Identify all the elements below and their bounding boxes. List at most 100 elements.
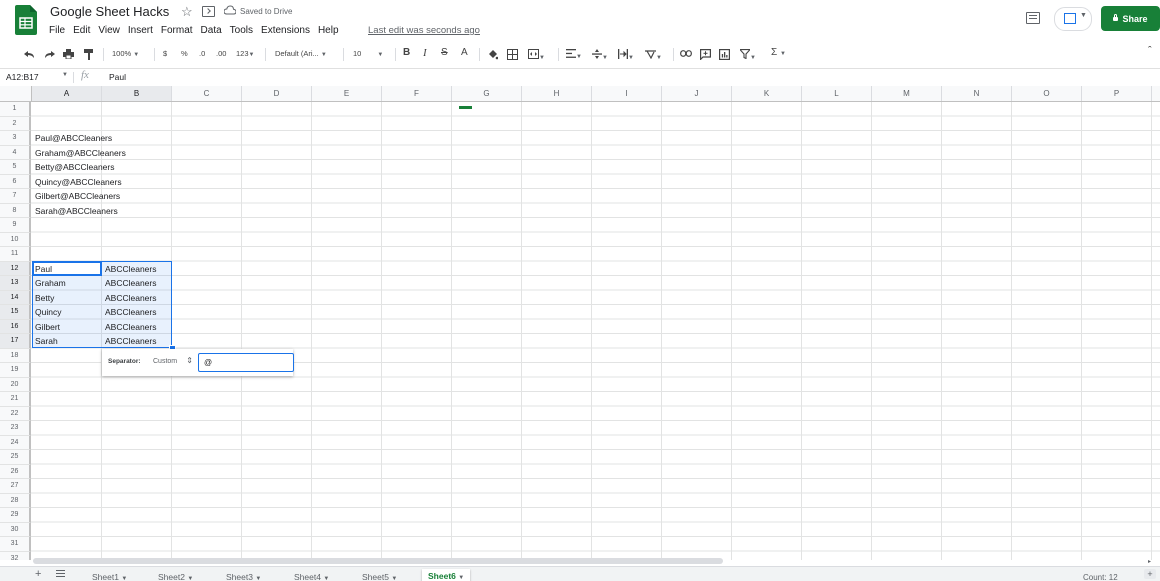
column-header-a[interactable]: A bbox=[32, 86, 102, 101]
cell-a3[interactable]: Paul@ABCCleaners bbox=[35, 131, 112, 145]
menu-help[interactable]: Help bbox=[318, 25, 339, 36]
cell-b16[interactable]: ABCCleaners bbox=[105, 320, 157, 334]
menu-data[interactable]: Data bbox=[201, 25, 222, 36]
row-header-10[interactable]: 10 bbox=[0, 232, 31, 247]
formula-input[interactable]: Paul bbox=[109, 72, 126, 82]
explore-icon[interactable]: + bbox=[1144, 569, 1156, 579]
cell-a15[interactable]: Quincy bbox=[35, 305, 61, 319]
sheets-logo-icon[interactable] bbox=[15, 5, 37, 35]
row-header-26[interactable]: 26 bbox=[0, 464, 31, 479]
cell-a5[interactable]: Betty@ABCCleaners bbox=[35, 160, 115, 174]
spreadsheet-grid[interactable]: ABCDEFGHIJKLMNOP 1 2 3 4 5 6 7 8 9 10 11 12 13 14 15 16… bbox=[0, 86, 1160, 560]
cloud-saved-icon[interactable] bbox=[224, 5, 236, 15]
menu-extensions[interactable]: Extensions bbox=[261, 25, 310, 36]
cell-b12[interactable]: ABCCleaners bbox=[105, 262, 157, 276]
row-header-7[interactable]: 7 bbox=[0, 189, 31, 204]
column-header-k[interactable]: K bbox=[732, 86, 802, 101]
paint-format-icon[interactable] bbox=[84, 49, 94, 60]
cell-a4[interactable]: Graham@ABCCleaners bbox=[35, 146, 126, 160]
row-header-29[interactable]: 29 bbox=[0, 508, 31, 523]
row-header-15[interactable]: 15 bbox=[0, 305, 31, 320]
column-header-d[interactable]: D bbox=[242, 86, 312, 101]
filter-button[interactable]: ▼ bbox=[738, 49, 756, 61]
font-family-select[interactable]: Default (Ari... ▼ bbox=[275, 49, 327, 58]
row-header-8[interactable]: 8 bbox=[0, 203, 31, 218]
custom-separator-input[interactable]: @ bbox=[198, 353, 294, 372]
italic-button[interactable]: I bbox=[423, 47, 427, 59]
column-header-p[interactable]: P bbox=[1082, 86, 1152, 101]
menu-edit[interactable]: Edit bbox=[73, 25, 90, 36]
row-header-13[interactable]: 13 bbox=[0, 276, 31, 291]
move-folder-icon[interactable] bbox=[202, 6, 215, 17]
row-header-19[interactable]: 19 bbox=[0, 363, 31, 378]
horizontal-align-button[interactable]: ▼ bbox=[566, 49, 582, 60]
cell-b17[interactable]: ABCCleaners bbox=[105, 334, 157, 348]
column-header-m[interactable]: M bbox=[872, 86, 942, 101]
borders-icon[interactable] bbox=[507, 49, 518, 60]
menu-file[interactable]: File bbox=[49, 25, 65, 36]
insert-comment-icon[interactable] bbox=[700, 49, 711, 60]
functions-button[interactable]: Σ ▼ bbox=[771, 47, 786, 58]
zoom-select[interactable]: 100% ▼ bbox=[112, 49, 139, 58]
row-header-23[interactable]: 23 bbox=[0, 421, 31, 436]
more-formats-button[interactable]: 123▼ bbox=[236, 49, 254, 58]
cell-a7[interactable]: Gilbert@ABCCleaners bbox=[35, 189, 120, 203]
currency-format-button[interactable]: $ bbox=[163, 49, 167, 58]
row-header-22[interactable]: 22 bbox=[0, 406, 31, 421]
row-header-18[interactable]: 18 bbox=[0, 348, 31, 363]
cell-a16[interactable]: Gilbert bbox=[35, 320, 60, 334]
column-header-f[interactable]: F bbox=[382, 86, 452, 101]
row-header-21[interactable]: 21 bbox=[0, 392, 31, 407]
chevron-down-icon[interactable]: ▼ bbox=[62, 72, 68, 78]
row-header-31[interactable]: 31 bbox=[0, 537, 31, 552]
row-header-20[interactable]: 20 bbox=[0, 377, 31, 392]
row-header-24[interactable]: 24 bbox=[0, 435, 31, 450]
row-header-2[interactable]: 2 bbox=[0, 116, 31, 131]
bold-button[interactable]: B bbox=[403, 47, 410, 58]
column-header-h[interactable]: H bbox=[522, 86, 592, 101]
column-header-e[interactable]: E bbox=[312, 86, 382, 101]
column-header-n[interactable]: N bbox=[942, 86, 1012, 101]
row-header-3[interactable]: 3 bbox=[0, 131, 31, 146]
row-header-11[interactable]: 11 bbox=[0, 247, 31, 262]
decrease-decimal-button[interactable]: .0 bbox=[199, 49, 205, 58]
column-header-i[interactable]: I bbox=[592, 86, 662, 101]
row-header-9[interactable]: 9 bbox=[0, 218, 31, 233]
name-box[interactable]: A12:B17 bbox=[6, 72, 39, 82]
row-header-12[interactable]: 12 bbox=[0, 261, 31, 276]
redo-icon[interactable] bbox=[43, 50, 55, 59]
scroll-arrow-icon[interactable]: ▸ bbox=[1148, 558, 1151, 565]
text-color-button[interactable]: A bbox=[461, 47, 468, 58]
comment-history-icon[interactable] bbox=[1026, 12, 1040, 24]
row-header-27[interactable]: 27 bbox=[0, 479, 31, 494]
cell-b14[interactable]: ABCCleaners bbox=[105, 291, 157, 305]
row-header-1[interactable]: 1 bbox=[0, 102, 31, 117]
cell-a13[interactable]: Graham bbox=[35, 276, 66, 290]
add-sheet-button[interactable]: + bbox=[35, 568, 41, 580]
row-header-28[interactable]: 28 bbox=[0, 493, 31, 508]
merge-cells-button[interactable]: ▼ bbox=[528, 49, 545, 61]
cell-a14[interactable]: Betty bbox=[35, 291, 54, 305]
column-header-b[interactable]: B bbox=[102, 86, 172, 101]
row-header-17[interactable]: 17 bbox=[0, 334, 31, 349]
menu-insert[interactable]: Insert bbox=[128, 25, 153, 36]
menu-tools[interactable]: Tools bbox=[230, 25, 253, 36]
insert-chart-icon[interactable] bbox=[719, 49, 730, 60]
cell-b15[interactable]: ABCCleaners bbox=[105, 305, 157, 319]
menu-view[interactable]: View bbox=[98, 25, 120, 36]
all-sheets-menu-icon[interactable] bbox=[56, 570, 65, 571]
menu-format[interactable]: Format bbox=[161, 25, 193, 36]
column-header-c[interactable]: C bbox=[172, 86, 242, 101]
last-edit-link[interactable]: Last edit was seconds ago bbox=[368, 25, 480, 36]
row-header-30[interactable]: 30 bbox=[0, 522, 31, 537]
horizontal-scrollbar[interactable] bbox=[33, 558, 723, 564]
percent-format-button[interactable]: % bbox=[181, 49, 188, 58]
column-header-g[interactable]: G bbox=[452, 86, 522, 101]
undo-icon[interactable] bbox=[24, 50, 36, 59]
row-header-32[interactable]: 32 bbox=[0, 551, 31, 560]
cell-a8[interactable]: Sarah@ABCCleaners bbox=[35, 204, 118, 218]
row-header-25[interactable]: 25 bbox=[0, 450, 31, 465]
separator-select[interactable]: Custom ⇕ bbox=[148, 354, 196, 370]
select-all-corner[interactable] bbox=[0, 86, 33, 101]
cell-a12[interactable]: Paul bbox=[35, 262, 52, 276]
